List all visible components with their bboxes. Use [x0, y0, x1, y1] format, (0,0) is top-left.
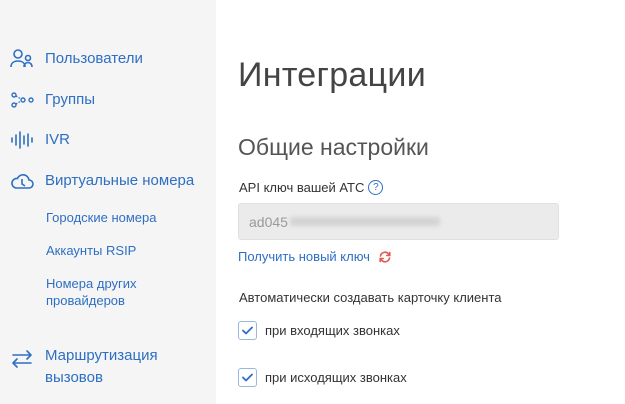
- sidebar-subitem-city-numbers[interactable]: Городские номера: [46, 209, 157, 226]
- refresh-icon[interactable]: [378, 250, 392, 264]
- api-key-label: API ключ вашей АТС: [239, 180, 365, 195]
- outgoing-calls-checkbox[interactable]: [238, 368, 257, 387]
- outgoing-calls-label: при исходящих звонках: [265, 370, 407, 385]
- ivr-waveform-icon: [9, 129, 35, 151]
- incoming-calls-checkbox[interactable]: [238, 321, 257, 340]
- sidebar-item-label: IVR: [45, 131, 71, 148]
- sidebar-item-label: Пользователи: [45, 50, 143, 67]
- routing-arrows-icon: [9, 348, 35, 370]
- sidebar-item-label: Группы: [45, 91, 95, 108]
- cloud-icon: [9, 170, 35, 192]
- outgoing-calls-checkbox-row[interactable]: при исходящих звонках: [238, 368, 407, 387]
- sidebar-item-label: Маршрутизация вызовов: [45, 347, 158, 386]
- api-key-label-row: API ключ вашей АТС ?: [239, 180, 384, 195]
- page-title: Интеграции: [238, 56, 426, 94]
- get-new-key-link[interactable]: Получить новый ключ: [238, 249, 392, 264]
- auto-create-label: Автоматически создавать карточку клиента: [239, 290, 502, 305]
- api-key-value: ad045: [249, 213, 288, 230]
- sidebar-subitem-other-providers[interactable]: Номера других провайдеров: [46, 275, 176, 309]
- incoming-calls-checkbox-row[interactable]: при входящих звонках: [238, 321, 400, 340]
- main-content: Интеграции Общие настройки API ключ ваше…: [216, 0, 625, 404]
- api-key-field[interactable]: ad045: [238, 203, 559, 240]
- help-icon[interactable]: ?: [368, 180, 384, 195]
- incoming-calls-label: при входящих звонках: [265, 323, 400, 338]
- sidebar: Пользователи Группы IVR Виртуальные номе…: [0, 0, 216, 404]
- api-key-masked: [289, 217, 440, 226]
- get-new-key-label: Получить новый ключ: [238, 249, 370, 264]
- section-title: Общие настройки: [238, 134, 429, 160]
- sidebar-subitem-rsip-accounts[interactable]: Аккаунты RSIP: [46, 242, 136, 259]
- users-icon: [9, 48, 35, 70]
- checkmark-icon: [242, 326, 253, 335]
- sidebar-item-label: Виртуальные номера: [45, 172, 195, 189]
- groups-icon: [9, 89, 35, 111]
- checkmark-icon: [242, 373, 253, 382]
